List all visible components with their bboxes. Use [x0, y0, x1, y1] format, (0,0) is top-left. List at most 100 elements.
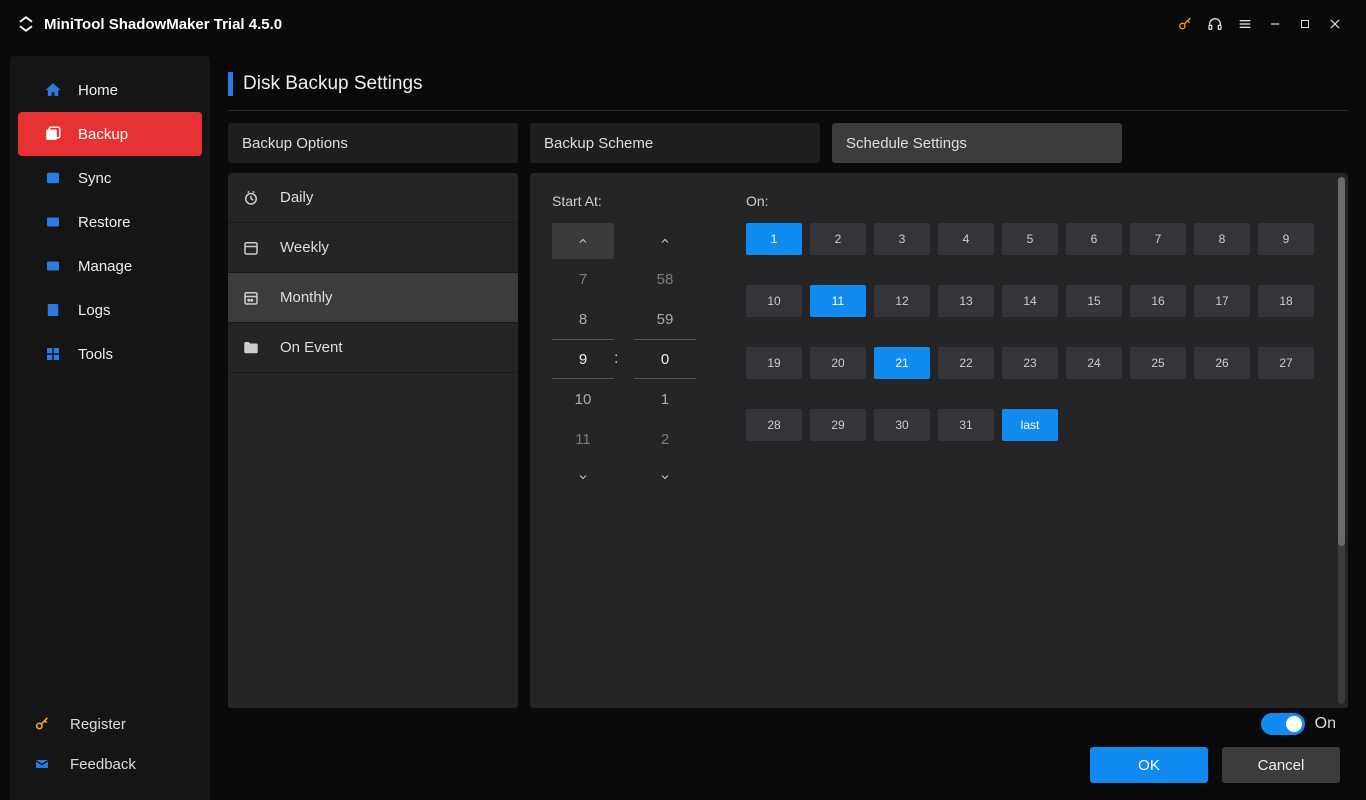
day-2[interactable]: 2: [810, 223, 866, 255]
sidebar: Home Backup Sync Restore Manage Logs Too…: [10, 56, 210, 800]
nav-label: Backup: [78, 126, 128, 143]
start-at-label: Start At:: [552, 193, 696, 209]
minute-option[interactable]: 59: [634, 299, 696, 339]
panel-scrollbar[interactable]: [1338, 177, 1345, 704]
day-26[interactable]: 26: [1194, 347, 1250, 379]
hour-up-button[interactable]: [552, 223, 614, 259]
day-16[interactable]: 16: [1130, 285, 1186, 317]
day-14[interactable]: 14: [1002, 285, 1058, 317]
nav-manage[interactable]: Manage: [18, 244, 202, 288]
hour-option[interactable]: 10: [552, 379, 614, 419]
register-link[interactable]: Register: [10, 704, 210, 744]
day-28[interactable]: 28: [746, 409, 802, 441]
nav-home[interactable]: Home: [18, 68, 202, 112]
period-weekly[interactable]: Weekly: [228, 223, 518, 273]
day-31[interactable]: 31: [938, 409, 994, 441]
tab-backup-options[interactable]: Backup Options: [228, 123, 518, 163]
minute-option[interactable]: 2: [634, 419, 696, 459]
page-title: Disk Backup Settings: [243, 73, 423, 95]
period-daily[interactable]: Daily: [228, 173, 518, 223]
mail-icon: [34, 756, 56, 772]
day-last[interactable]: last: [1002, 409, 1058, 441]
day-7[interactable]: 7: [1130, 223, 1186, 255]
day-17[interactable]: 17: [1194, 285, 1250, 317]
nav-label: Tools: [78, 346, 113, 363]
time-picker: 7 8 9 10 11 :: [552, 223, 696, 495]
day-15[interactable]: 15: [1066, 285, 1122, 317]
tab-schedule-settings[interactable]: Schedule Settings: [832, 123, 1122, 163]
period-on-event[interactable]: On Event: [228, 323, 518, 373]
hour-column: 7 8 9 10 11: [552, 223, 614, 495]
nav-restore[interactable]: Restore: [18, 200, 202, 244]
day-24[interactable]: 24: [1066, 347, 1122, 379]
nav-logs[interactable]: Logs: [18, 288, 202, 332]
home-icon: [42, 79, 64, 101]
day-8[interactable]: 8: [1194, 223, 1250, 255]
schedule-toggle[interactable]: [1261, 713, 1305, 735]
minute-option[interactable]: 1: [634, 379, 696, 419]
on-label: On:: [746, 193, 1326, 209]
manage-icon: [42, 255, 64, 277]
app-logo-icon: [16, 14, 36, 34]
main-content: Disk Backup Settings Backup Options Back…: [210, 48, 1366, 800]
day-29[interactable]: 29: [810, 409, 866, 441]
ok-button[interactable]: OK: [1090, 747, 1208, 783]
nav-tools[interactable]: Tools: [18, 332, 202, 376]
logs-icon: [42, 299, 64, 321]
day-19[interactable]: 19: [746, 347, 802, 379]
headset-icon[interactable]: [1200, 9, 1230, 39]
footer: On OK Cancel: [228, 708, 1348, 788]
minute-column: 58 59 0 1 2: [634, 223, 696, 495]
day-13[interactable]: 13: [938, 285, 994, 317]
nav-backup[interactable]: Backup: [18, 112, 202, 156]
day-5[interactable]: 5: [1002, 223, 1058, 255]
day-9[interactable]: 9: [1258, 223, 1314, 255]
day-23[interactable]: 23: [1002, 347, 1058, 379]
clock-icon: [242, 189, 266, 207]
menu-icon[interactable]: [1230, 9, 1260, 39]
day-6[interactable]: 6: [1066, 223, 1122, 255]
tab-label: Backup Scheme: [544, 135, 653, 152]
period-label: Weekly: [280, 239, 329, 256]
day-27[interactable]: 27: [1258, 347, 1314, 379]
day-12[interactable]: 12: [874, 285, 930, 317]
button-label: Cancel: [1258, 757, 1305, 774]
day-10[interactable]: 10: [746, 285, 802, 317]
close-button[interactable]: [1320, 9, 1350, 39]
scrollbar-thumb[interactable]: [1338, 177, 1345, 546]
tab-label: Backup Options: [242, 135, 348, 152]
day-3[interactable]: 3: [874, 223, 930, 255]
day-1[interactable]: 1: [746, 223, 802, 255]
day-21[interactable]: 21: [874, 347, 930, 379]
minimize-button[interactable]: [1260, 9, 1290, 39]
nav-sync[interactable]: Sync: [18, 156, 202, 200]
tab-backup-scheme[interactable]: Backup Scheme: [530, 123, 820, 163]
toggle-label: On: [1315, 715, 1336, 733]
hour-option[interactable]: 8: [552, 299, 614, 339]
minute-option[interactable]: 58: [634, 259, 696, 299]
hour-option[interactable]: 7: [552, 259, 614, 299]
period-monthly[interactable]: Monthly: [228, 273, 518, 323]
day-11[interactable]: 11: [810, 285, 866, 317]
schedule-panel: Start At: 7 8 9 10 11: [530, 173, 1348, 708]
day-25[interactable]: 25: [1130, 347, 1186, 379]
maximize-button[interactable]: [1290, 9, 1320, 39]
hour-selected[interactable]: 9: [552, 339, 614, 379]
cancel-button[interactable]: Cancel: [1222, 747, 1340, 783]
day-30[interactable]: 30: [874, 409, 930, 441]
hour-option[interactable]: 11: [552, 419, 614, 459]
key-icon[interactable]: [1170, 9, 1200, 39]
minute-up-button[interactable]: [634, 223, 696, 259]
minute-down-button[interactable]: [634, 459, 696, 495]
period-label: On Event: [280, 339, 343, 356]
nav-label: Logs: [78, 302, 111, 319]
day-4[interactable]: 4: [938, 223, 994, 255]
folder-icon: [242, 339, 266, 357]
hour-down-button[interactable]: [552, 459, 614, 495]
feedback-link[interactable]: Feedback: [10, 744, 210, 784]
day-20[interactable]: 20: [810, 347, 866, 379]
day-18[interactable]: 18: [1258, 285, 1314, 317]
page-title-row: Disk Backup Settings: [228, 72, 1348, 111]
day-22[interactable]: 22: [938, 347, 994, 379]
minute-selected[interactable]: 0: [634, 339, 696, 379]
